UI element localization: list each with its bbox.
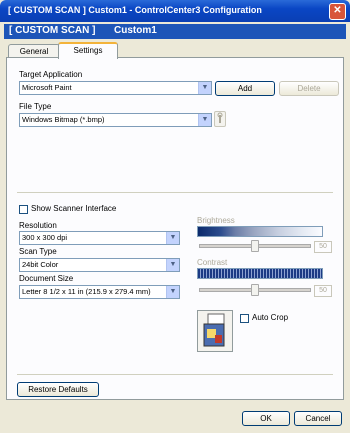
delete-button[interactable]: Delete	[279, 81, 339, 96]
add-button[interactable]: Add	[215, 81, 275, 96]
file-type-label: File Type	[19, 102, 52, 111]
banner-mode: [ CUSTOM SCAN ]	[9, 25, 96, 36]
window-title: [ CUSTOM SCAN ] Custom1 - ControlCenter3…	[8, 5, 262, 15]
brightness-preview-bar	[197, 226, 323, 237]
document-size-label: Document Size	[19, 274, 74, 283]
contrast-label: Contrast	[197, 258, 228, 267]
settings-panel: Target Application Microsoft Paint ▼ Add…	[6, 57, 344, 400]
contrast-value[interactable]: 50	[314, 285, 332, 297]
auto-crop-icon	[203, 313, 225, 347]
target-app-label: Target Application	[19, 70, 83, 79]
close-icon: ✕	[333, 5, 342, 16]
auto-crop-label: Auto Crop	[252, 313, 289, 322]
title-bar: [ CUSTOM SCAN ] Custom1 - ControlCenter3…	[0, 0, 350, 22]
auto-crop-preview	[197, 310, 233, 352]
resolution-select[interactable]: 300 x 300 dpi ▼	[19, 231, 180, 245]
restore-defaults-button[interactable]: Restore Defaults	[17, 382, 99, 397]
auto-crop-checkbox[interactable]	[240, 314, 249, 323]
resolution-label: Resolution	[19, 221, 57, 230]
header-banner: [ CUSTOM SCAN ] Custom1	[4, 24, 346, 39]
file-options-button[interactable]	[214, 111, 226, 127]
show-scanner-interface-label: Show Scanner Interface	[31, 204, 117, 213]
contrast-slider-thumb[interactable]	[251, 284, 259, 296]
tab-settings[interactable]: Settings	[58, 42, 118, 59]
banner-name: Custom1	[114, 25, 157, 36]
close-button[interactable]: ✕	[329, 3, 346, 20]
contrast-preview-bar	[197, 268, 323, 279]
divider	[17, 192, 333, 193]
brightness-slider-thumb[interactable]	[251, 240, 259, 252]
scan-type-select[interactable]: 24bit Color ▼	[19, 258, 180, 272]
brightness-value[interactable]: 50	[314, 241, 332, 253]
scan-type-label: Scan Type	[19, 247, 57, 256]
chevron-down-icon: ▼	[166, 259, 179, 271]
chevron-down-icon: ▼	[166, 232, 179, 244]
file-type-select[interactable]: Windows Bitmap (*.bmp) ▼	[19, 113, 212, 127]
wrench-icon	[217, 112, 223, 123]
chevron-down-icon: ▼	[198, 82, 211, 94]
document-size-select[interactable]: Letter 8 1/2 x 11 in (215.9 x 279.4 mm) …	[19, 285, 180, 299]
ok-button[interactable]: OK	[242, 411, 290, 426]
brightness-label: Brightness	[197, 216, 235, 225]
chevron-down-icon: ▼	[166, 286, 179, 298]
target-app-select[interactable]: Microsoft Paint ▼	[19, 81, 212, 95]
divider	[17, 374, 333, 375]
cancel-button[interactable]: Cancel	[294, 411, 342, 426]
chevron-down-icon: ▼	[198, 114, 211, 126]
tab-general[interactable]: General	[8, 44, 60, 58]
show-scanner-interface-checkbox[interactable]	[19, 205, 28, 214]
